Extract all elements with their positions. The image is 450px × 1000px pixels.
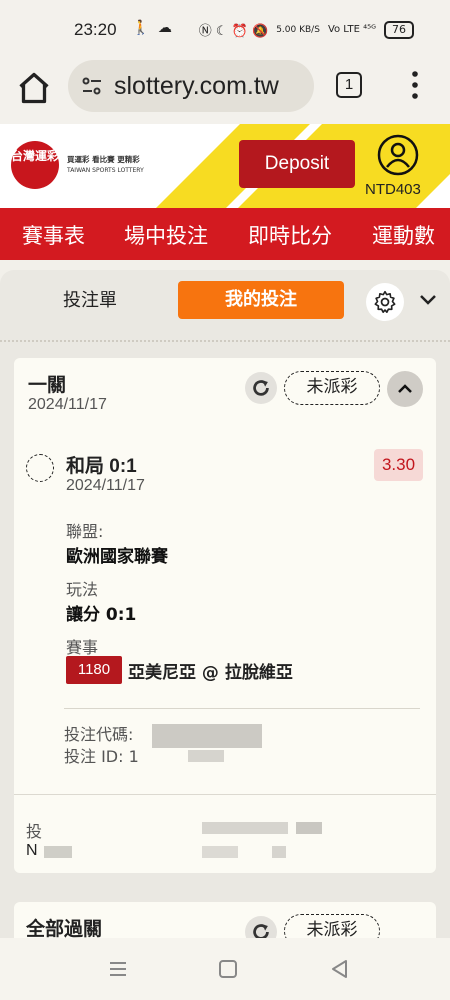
user-account-icon[interactable] [377,134,419,176]
odds-badge: 3.30 [374,449,423,481]
status-bar: 23:20 🚶 ☁ Ⓝ ☾ ⏰ 🔕 5.00 KB/S Vo LTE ⁴⁵ᴳ 7… [0,0,450,58]
url-text: slottery.com.tw [114,72,279,100]
nfc-moon-alarm-mute-icons: Ⓝ ☾ ⏰ 🔕 [198,24,269,39]
collapse-bet-button[interactable] [387,371,423,407]
redacted-payout-value-2 [272,846,286,858]
bet-date: 2024/11/17 [28,396,107,413]
status-right-icons: Ⓝ ☾ ⏰ 🔕 5.00 KB/S Vo LTE ⁴⁵ᴳ 76 [199,20,414,39]
bet-card: 一關 2024/11/17 未派彩 和局 0:1 2024/11/17 3.30… [14,358,436,873]
home-icon[interactable] [16,70,52,106]
nav-item-live-scores[interactable]: 即時比分 [248,220,332,250]
site-settings-icon[interactable] [80,74,104,98]
selection-name: 和局 0:1 [66,456,137,477]
bet-status-badge: 未派彩 [284,371,380,405]
logo-english: TAIWAN SPORTS LOTTERY [67,167,144,174]
battery-icon: 76 [384,20,414,39]
status-time: 23:20 [74,20,117,39]
bet-code-block: 投注代碼: 投注 ID: 1 [64,724,139,768]
tab-betslip[interactable]: 投注單 [38,288,142,314]
net-speed: 5.00 KB/S [276,24,320,35]
main-nav: 賽事表 場中投注 即時比分 運動數 [0,208,450,260]
dotted-separator [0,340,450,342]
event-name: 亞美尼亞 @ 拉脫維亞 [128,663,293,683]
refresh-button[interactable] [245,372,277,404]
back-nav-icon[interactable] [328,958,352,980]
bet-type-2: 全部過關 [26,918,103,940]
nav-item-sports-stats[interactable]: 運動數 [372,220,435,250]
selection-date: 2024/11/17 [66,477,145,494]
site-header: 台灣運彩 買運彩 看比賽 更精彩 TAIWAN SPORTS LOTTERY D… [0,124,450,208]
stake-label: 投 [26,822,42,841]
league-value: 歐洲國家聯賽 [66,547,168,567]
tab-my-bets[interactable]: 我的投注 [178,281,344,319]
chevron-up-icon [398,384,412,393]
gear-icon [374,290,396,313]
bet-code-label: 投注代碼: [64,725,134,744]
settings-button[interactable] [366,283,404,321]
redacted-payout-value [202,846,238,858]
market-value: 讓分 0:1 [66,605,137,625]
nav-item-live-betting[interactable]: 場中投注 [124,220,208,250]
divider [14,794,436,795]
browser-toolbar: slottery.com.tw 1 [0,58,450,124]
refresh-icon [253,380,269,396]
redacted-stake [44,846,72,858]
market-label: 玩法 [66,580,99,599]
redacted-payout-label-2 [296,822,322,834]
stake-value: N [26,842,38,859]
home-nav-icon[interactable] [216,958,240,980]
url-field[interactable]: slottery.com.tw [68,60,314,112]
network-indicator: Vo LTE ⁴⁵ᴳ [327,24,376,35]
divider [64,708,420,709]
redacted-bet-id [188,750,224,762]
more-options-icon[interactable] [410,70,420,100]
nav-item-schedule[interactable]: 賽事表 [22,220,85,250]
deposit-button[interactable]: Deposit [239,140,355,188]
account-balance: NTD403 [365,181,421,198]
selection-radio[interactable] [26,454,54,482]
logo[interactable]: 台灣運彩 [11,141,59,189]
event-label: 賽事 [66,638,99,657]
logo-slogan: 買運彩 看比賽 更精彩 [67,155,140,164]
redacted-bet-code [152,724,262,748]
league-label: 聯盟: [66,522,104,541]
event-id-badge: 1180 [66,656,122,684]
system-nav-bar [0,938,450,1000]
activity-cloud-icons: 🚶 ☁ [132,20,174,36]
bet-id-label: 投注 ID: 1 [64,747,139,766]
redacted-payout-label [202,822,288,834]
recent-apps-icon[interactable] [106,958,130,980]
chevron-down-icon[interactable] [418,292,438,308]
tab-switcher-button[interactable]: 1 [336,72,362,98]
bet-type: 一關 [28,374,67,396]
